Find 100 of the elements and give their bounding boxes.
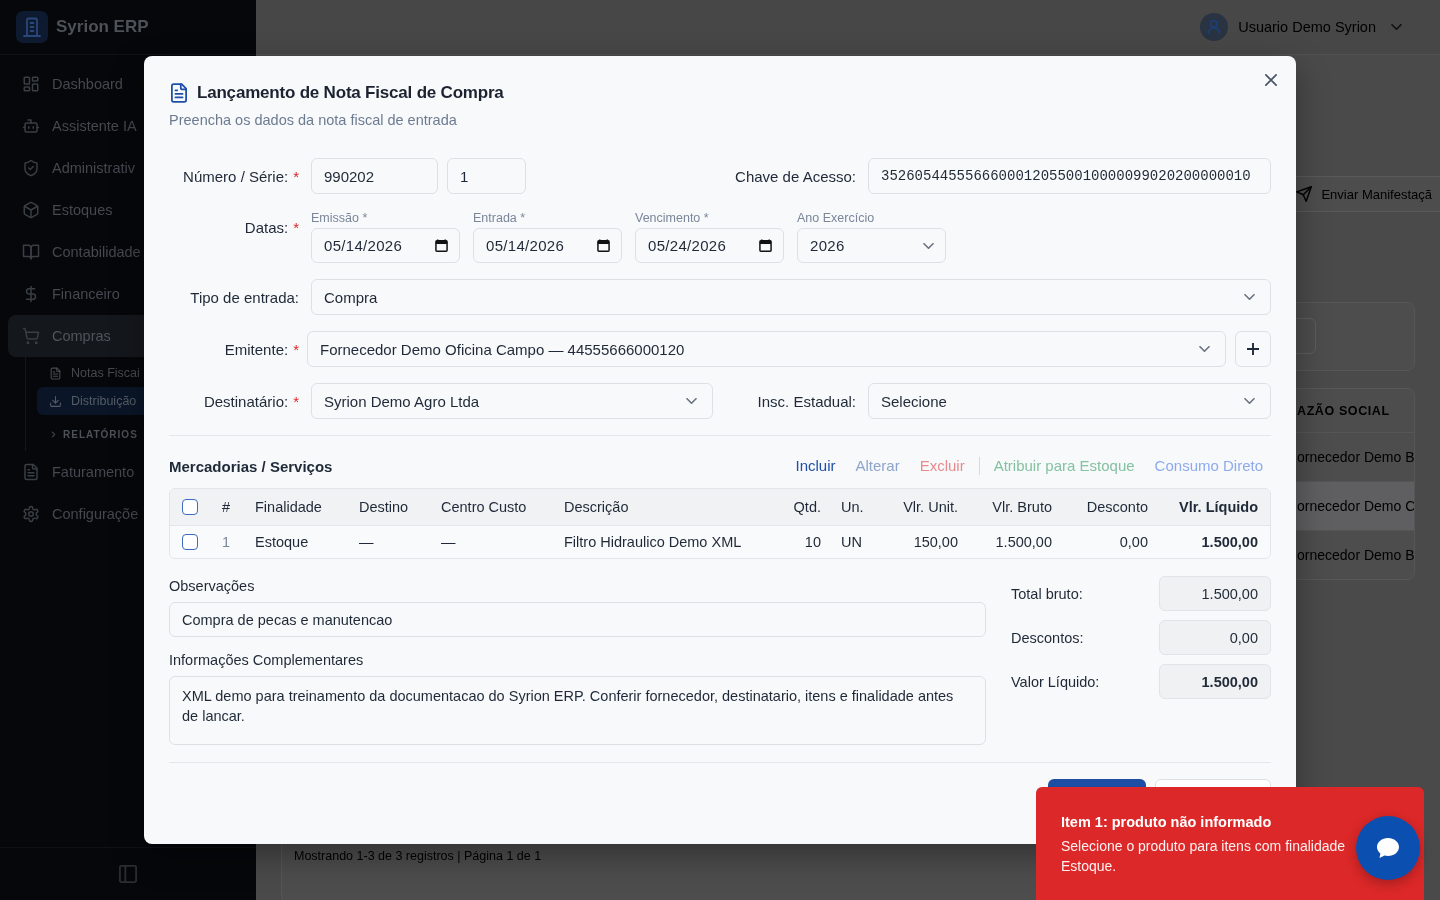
action-link[interactable]: Alterar [855, 457, 900, 475]
date-field[interactable]: 05/14/2026 [311, 228, 460, 263]
column-header: Destino [358, 499, 410, 515]
send-icon [1296, 186, 1313, 202]
pagination-text: Mostrando 1-3 de 3 registros | Página 1 de 1 [294, 849, 542, 863]
column-header: Vlr. Bruto [991, 499, 1053, 515]
chevron-right-icon [51, 429, 56, 439]
required-mark: * [293, 219, 299, 236]
recipient-select[interactable]: Syrion Demo Agro Ltda [311, 383, 713, 419]
year-select[interactable]: 2026 [797, 228, 946, 263]
action-link[interactable]: Excluir [919, 457, 965, 475]
field-label: Chave de Acesso: [735, 167, 856, 185]
chevron-down-icon [1244, 294, 1255, 300]
dialog-subtitle: Preencha os dados da nota fiscal de entrada [169, 111, 457, 130]
download-icon [49, 394, 62, 408]
chevron-down-icon [1244, 398, 1255, 404]
table-cell-text: 1.500,00 [1200, 534, 1259, 550]
panel-icon [119, 865, 137, 883]
number-field[interactable]: 990202 [311, 158, 438, 194]
date-field[interactable]: 05/14/2026 [473, 228, 622, 263]
table-cell-text: — [358, 534, 375, 550]
table-cell-text: 1.500,00 [994, 534, 1053, 550]
field-label: Número / Série: [183, 167, 289, 185]
field-label: Observações [169, 578, 255, 594]
add-button[interactable] [1235, 331, 1271, 367]
plus-icon [1247, 343, 1259, 355]
field-label: Entrada * [473, 211, 526, 226]
cart-icon [22, 327, 40, 345]
field-label: Datas: [244, 219, 289, 236]
book-icon [22, 243, 40, 261]
action-link[interactable]: Incluir [795, 457, 836, 475]
table-cell: ornecedor Demo C [1295, 482, 1414, 530]
nav-subitem[interactable]: Notas Fiscai [37, 359, 248, 387]
nav-group[interactable]: RELATÓRIOS [37, 421, 248, 447]
grid-icon [22, 75, 40, 93]
state-registration-select[interactable]: Selecione [868, 383, 1271, 419]
total-field: 0,00 [1159, 620, 1271, 655]
table-cell-text: 1 [221, 534, 232, 550]
table-cell-text: ornecedor Demo B [1296, 448, 1414, 467]
chat-icon [1376, 837, 1400, 859]
chevron-down-icon [1391, 24, 1402, 30]
table-cell-text: 0,00 [1118, 534, 1149, 550]
column-header: # [221, 499, 232, 515]
building-icon [16, 11, 48, 43]
required-mark: * [293, 392, 299, 410]
user-menu[interactable]: Usuario Demo Syrion [1200, 13, 1402, 41]
total-field: 1.500,00 [1159, 576, 1271, 611]
brand-name: Syrion ERP [56, 17, 149, 37]
robot-icon [22, 117, 40, 135]
close-button[interactable] [1265, 74, 1277, 86]
column-header: Vlr. Líquido [1178, 499, 1259, 515]
field-label: Ano Exercício [797, 211, 875, 226]
field-label: Informações Complementares [169, 652, 364, 668]
column-header: Desconto [1085, 499, 1149, 515]
document-icon [171, 83, 187, 103]
total-label: Valor Líquido: [1011, 673, 1101, 690]
additional-info-field[interactable]: XML demo para treinamento da documentacao do Syrion ERP. Conferir fornecedor, destinatario, itens e finalidade antes de lancar. [169, 676, 986, 745]
dialog-title: Lançamento de Nota Fiscal de Compra [197, 83, 504, 103]
checkbox[interactable] [182, 499, 198, 515]
column-header: Un. [840, 499, 865, 515]
field-label: Insc. Estadual: [757, 392, 856, 410]
settings-icon [22, 505, 40, 523]
calendar-icon [759, 239, 772, 252]
box-icon [22, 201, 40, 219]
field-label: Vencimento * [635, 211, 709, 226]
table-cell-text: — [440, 534, 457, 550]
chevron-down-icon [1199, 346, 1210, 352]
section-title: Mercadorias / Serviços [169, 457, 333, 475]
chevron-down-icon [686, 398, 697, 404]
toast-message: Selecione o produto para itens com finalidade Estoque. [1061, 837, 1347, 876]
field-label: Tipo de entrada: [190, 288, 299, 306]
column-header: Vlr. Unit. [902, 499, 959, 515]
column-header: AZÃO SOCIAL [1297, 403, 1391, 418]
shield-check-icon [22, 159, 40, 177]
sidebar-toggle-button[interactable] [119, 865, 137, 883]
checkbox[interactable] [182, 534, 198, 550]
close-icon [1265, 74, 1277, 86]
column-header: Descrição [563, 499, 630, 515]
column-header: Qtd. [792, 499, 822, 515]
toast-title: Item 1: produto não informado [1061, 813, 1272, 832]
notes-field[interactable]: Compra de pecas e manutencao [169, 602, 986, 637]
table-cell-text: UN [840, 534, 863, 550]
table-cell-text: 150,00 [912, 534, 959, 550]
table-cell-text: ornecedor Demo B [1296, 546, 1414, 565]
total-label: Total bruto: [1011, 585, 1084, 602]
access-key-field[interactable]: 35260544555666000120550010000099020200000010 [868, 158, 1271, 194]
total-field: 1.500,00 [1159, 664, 1271, 699]
total-label: Descontos: [1011, 629, 1085, 646]
date-field[interactable]: 05/24/2026 [635, 228, 784, 263]
user-icon [1200, 13, 1229, 41]
series-field[interactable]: 1 [447, 158, 526, 194]
calendar-icon [435, 239, 448, 252]
entry-type-select[interactable]: Compra [311, 279, 1271, 315]
field-label: Emissão * [311, 211, 368, 226]
required-mark: * [293, 340, 299, 358]
action-link[interactable]: Atribuir para Estoque [993, 457, 1135, 475]
action-link[interactable]: Consumo Direto [1154, 457, 1263, 475]
document-icon [49, 366, 62, 380]
issuer-select[interactable]: Fornecedor Demo Oficina Campo — 44555666000120 [307, 331, 1226, 367]
document-icon [22, 463, 40, 481]
